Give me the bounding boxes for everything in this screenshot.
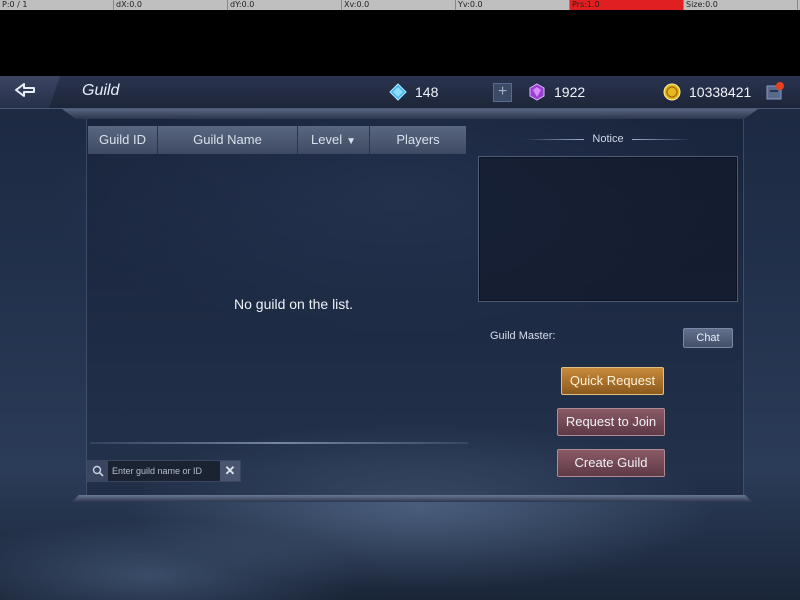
debug-dy: dY:0.0 — [228, 0, 342, 10]
crystal-amount: 1922 — [554, 84, 586, 100]
notification-button[interactable] — [766, 82, 784, 100]
gold-coin-icon — [663, 83, 681, 101]
debug-dx: dX:0.0 — [114, 0, 228, 10]
request-to-join-button[interactable]: Request to Join — [557, 408, 665, 436]
debug-xv: Xv:0.0 — [342, 0, 456, 10]
notice-box — [478, 156, 738, 302]
diamond-counter: 148 — [389, 81, 438, 103]
top-bar: Guild 148 + 1922 10338421 — [0, 76, 800, 109]
diamond-amount: 148 — [415, 84, 439, 100]
notice-deco-left — [524, 138, 585, 140]
column-level-label: Level — [311, 132, 343, 147]
debug-size: Size:0.0 — [684, 0, 798, 10]
guild-search-input[interactable] — [108, 461, 220, 481]
plus-icon: + — [497, 83, 508, 100]
gold-amount: 10338421 — [689, 84, 752, 100]
crystal-counter: 1922 — [528, 81, 585, 103]
back-button[interactable] — [0, 76, 60, 108]
crystal-icon — [528, 83, 546, 101]
guild-master-label: Guild Master: — [490, 330, 556, 342]
column-players[interactable]: Players — [370, 126, 466, 154]
add-currency-button[interactable]: + — [493, 83, 512, 102]
debug-pressure: Prs:1.0 — [570, 0, 684, 10]
notice-title: Notice — [592, 133, 624, 145]
debug-yv: Yv:0.0 — [456, 0, 570, 10]
panel-top-frame — [62, 109, 758, 119]
column-guild-id[interactable]: Guild ID — [88, 126, 158, 154]
search-icon[interactable] — [88, 461, 108, 481]
diamond-icon — [389, 83, 407, 101]
empty-list-message: No guild on the list. — [234, 296, 354, 312]
create-guild-button[interactable]: Create Guild — [557, 449, 665, 477]
quick-request-button[interactable]: Quick Request — [561, 367, 664, 395]
sort-down-icon: ▼ — [346, 136, 356, 147]
black-band — [0, 10, 800, 76]
back-arrow-icon — [14, 82, 36, 103]
column-level[interactable]: Level ▼ — [298, 126, 370, 154]
close-icon: ✕ — [224, 463, 236, 478]
notice-header: Notice — [480, 128, 736, 150]
gold-counter: 10338421 — [663, 81, 751, 103]
notice-deco-right — [631, 138, 692, 140]
debug-pointer: P:0 / 1 — [0, 0, 114, 10]
list-divider — [90, 442, 468, 444]
game-screen: Guild 148 + 1922 10338421 Guild ID Guild… — [0, 76, 800, 600]
guild-search: ✕ — [87, 460, 241, 482]
clear-search-button[interactable]: ✕ — [220, 461, 240, 481]
guild-table-header: Guild ID Guild Name Level ▼ Players — [88, 126, 466, 154]
panel-bottom-frame — [72, 495, 752, 502]
chat-button[interactable]: Chat — [683, 328, 733, 348]
debug-status-bar: P:0 / 1 dX:0.0 dY:0.0 Xv:0.0 Yv:0.0 Prs:… — [0, 0, 800, 10]
page-title: Guild — [82, 82, 120, 99]
column-guild-name[interactable]: Guild Name — [158, 126, 298, 154]
mailbox-icon — [766, 82, 784, 104]
